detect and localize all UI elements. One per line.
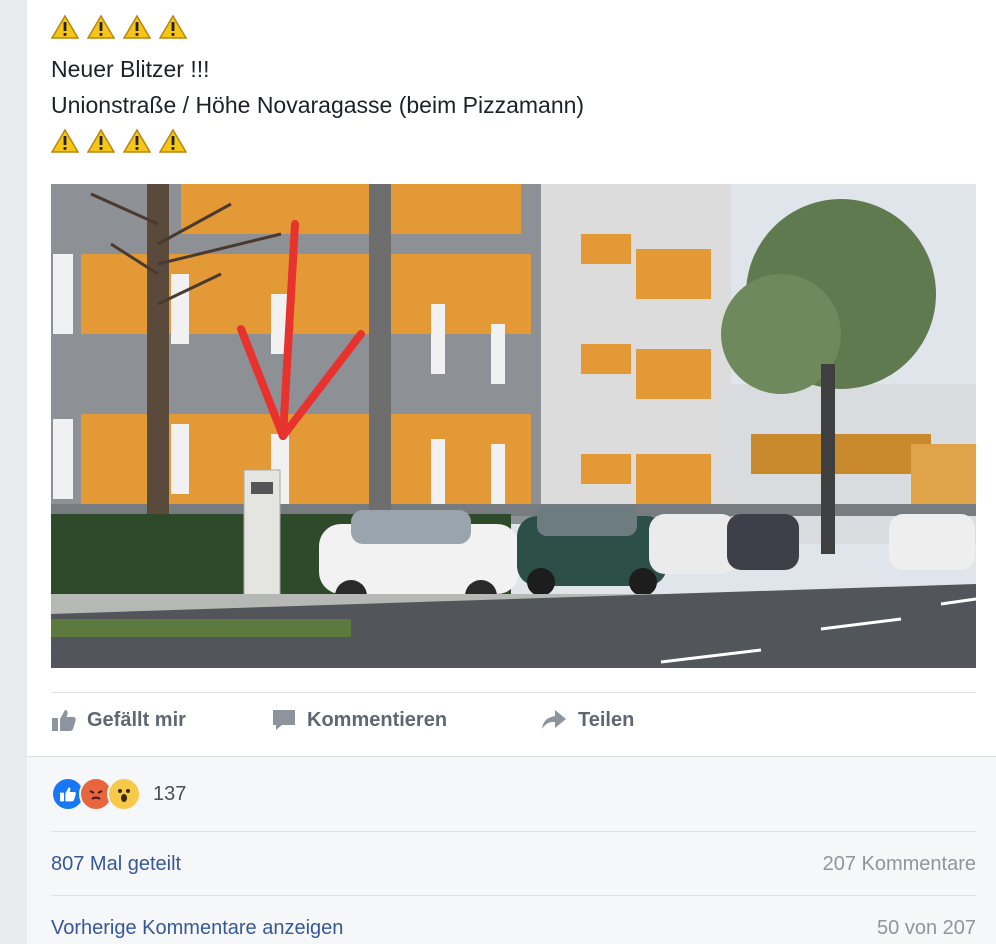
wow-reaction-icon [107,777,141,811]
shares-count-link[interactable]: 807 Mal geteilt [51,853,181,876]
post-footer: 137 807 Mal geteilt 207 Kommentare Vorhe… [27,756,996,944]
like-label: Gefällt mir [87,708,186,731]
warning-icon [123,128,151,153]
warning-icon [51,128,79,153]
divider [51,895,976,896]
warning-icon [87,128,115,153]
divider [51,692,976,693]
reactions-count: 137 [153,782,187,805]
comment-label: Kommentieren [307,708,448,731]
street-scene-illustration [51,184,976,668]
post-text-line-2: Unionstraße / Höhe Novaragasse (beim Piz… [51,92,585,118]
comment-icon [273,710,295,730]
share-button[interactable]: Teilen [540,708,634,732]
share-arrow-icon [542,710,566,729]
post-card: Neuer Blitzer !!! Unionstraße / Höhe Nov… [27,0,996,944]
warning-icon [123,14,151,39]
reactions-summary[interactable]: 137 [51,777,186,811]
comments-pager: 50 von 207 [877,917,976,939]
previous-comments-link[interactable]: Vorherige Kommentare anzeigen [51,917,343,940]
comment-button[interactable]: Kommentieren [271,708,447,732]
warning-icon [159,128,187,153]
warning-row-bottom [51,128,187,154]
warning-icon [87,14,115,39]
post-text-line-1: Neuer Blitzer !!! [51,56,210,82]
share-label: Teilen [578,708,635,731]
warning-icon [51,14,79,39]
warning-row-top [51,14,187,40]
warning-icon [159,14,187,39]
divider [51,831,976,832]
post-photo[interactable] [51,184,976,668]
thumbs-up-icon [52,710,76,731]
comments-count-link[interactable]: 207 Kommentare [823,853,976,876]
like-button[interactable]: Gefällt mir [51,708,186,732]
